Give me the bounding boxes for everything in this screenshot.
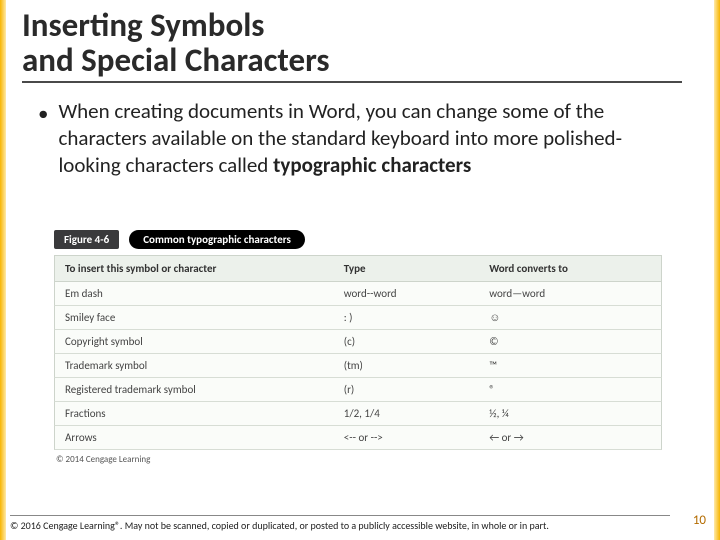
- cell: ©: [479, 330, 661, 353]
- table-row: Arrows<-- or -->← or →: [54, 426, 662, 450]
- figure-label: Figure 4-6: [54, 230, 119, 249]
- cell: ½, ¼: [479, 402, 661, 425]
- bullet-dot: •: [38, 98, 48, 179]
- figure-box: Figure 4-6 Common typographic characters…: [54, 230, 662, 465]
- cell: ← or →: [479, 426, 661, 449]
- cell: 1/2, 1/4: [334, 402, 479, 425]
- page-number: 10: [693, 513, 706, 528]
- table-row: Registered trademark symbol(r)®: [54, 378, 662, 402]
- body-content: • When creating documents in Word, you c…: [38, 98, 678, 179]
- decorative-border-right: [714, 0, 720, 540]
- cell: (tm): [334, 354, 479, 377]
- header-col-2: Type: [334, 256, 479, 281]
- cell: Copyright symbol: [55, 330, 334, 353]
- decorative-border-left: [0, 0, 6, 540]
- cell: Arrows: [55, 426, 334, 449]
- cell: Smiley face: [55, 306, 334, 329]
- table-row: Copyright symbol(c)©: [54, 330, 662, 354]
- figure-label-row: Figure 4-6 Common typographic characters: [54, 230, 662, 249]
- cell: Em dash: [55, 282, 334, 305]
- cell: <-- or -->: [334, 426, 479, 449]
- cell: Trademark symbol: [55, 354, 334, 377]
- cell: word--word: [334, 282, 479, 305]
- table-row: Em dashword--wordword—word: [54, 282, 662, 306]
- bullet-text: When creating documents in Word, you can…: [58, 98, 678, 179]
- title-line-2: and Special Characters: [22, 40, 330, 80]
- figure-table: To insert this symbol or character Type …: [54, 255, 662, 450]
- table-header: To insert this symbol or character Type …: [54, 255, 662, 282]
- bullet-item: • When creating documents in Word, you c…: [38, 98, 678, 179]
- cell: (c): [334, 330, 479, 353]
- table-row: Trademark symbol(tm)™: [54, 354, 662, 378]
- cell: ™: [479, 354, 661, 377]
- cell: Fractions: [55, 402, 334, 425]
- footer-copyright: © 2016 Cengage Learning®. May not be sca…: [10, 515, 670, 533]
- table-row: Fractions1/2, 1/4½, ¼: [54, 402, 662, 426]
- cell: ☺: [479, 306, 661, 329]
- slide: Inserting Symbols and Special Characters…: [0, 0, 720, 540]
- slide-title: Inserting Symbols and Special Characters: [22, 8, 682, 83]
- cell: : ): [334, 306, 479, 329]
- cell: Registered trademark symbol: [55, 378, 334, 401]
- figure-attribution: © 2014 Cengage Learning: [54, 454, 662, 465]
- header-col-3: Word converts to: [479, 256, 661, 281]
- cell: (r): [334, 378, 479, 401]
- cell: ®: [479, 378, 661, 401]
- header-col-1: To insert this symbol or character: [55, 256, 334, 281]
- cell: word—word: [479, 282, 661, 305]
- table-row: Smiley face: )☺: [54, 306, 662, 330]
- figure-title: Common typographic characters: [129, 230, 305, 249]
- bullet-text-bold: typographic characters: [273, 152, 471, 178]
